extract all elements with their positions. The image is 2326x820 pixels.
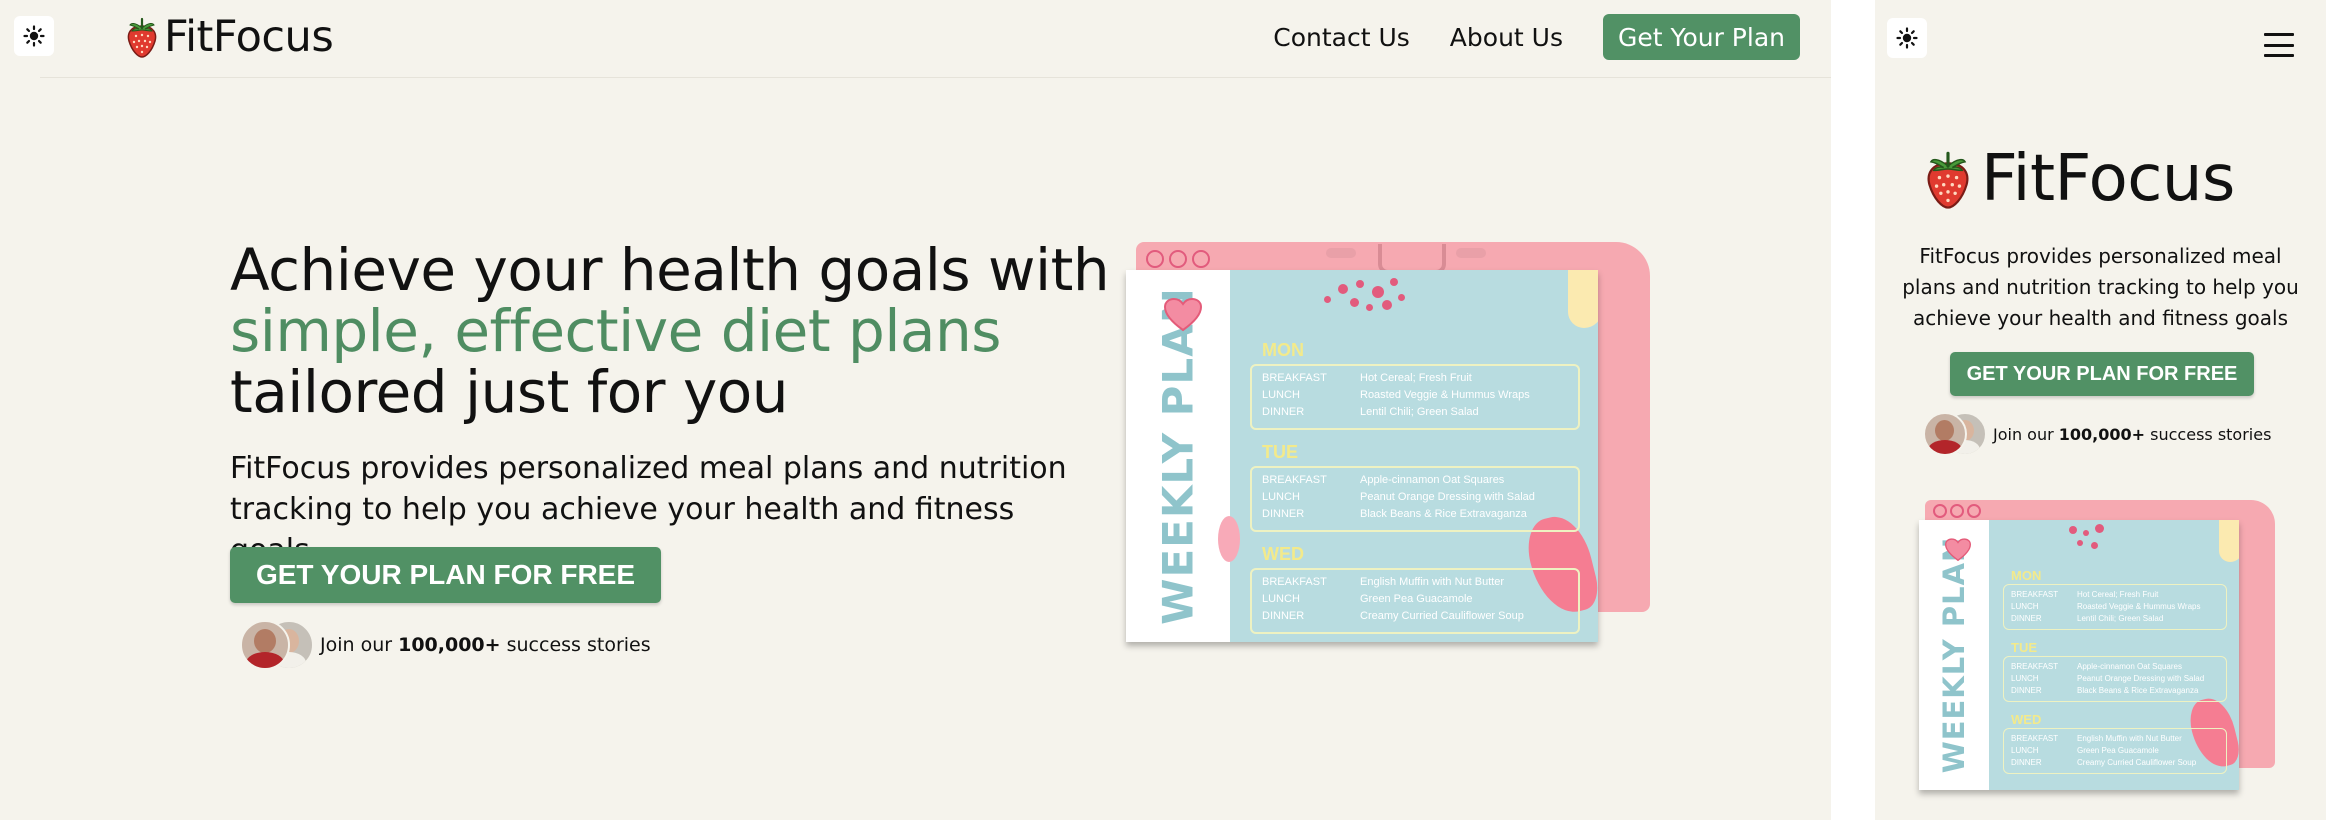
yellow-blob — [2219, 520, 2239, 562]
sun-icon — [1896, 27, 1918, 49]
theme-toggle-button[interactable] — [14, 16, 54, 56]
hero-title-part2: tailored just for you — [230, 358, 789, 426]
social-suffix: success stories — [2145, 424, 2272, 444]
plan-day-label: MON — [1262, 340, 1304, 360]
heart-icon — [1164, 298, 1202, 332]
avatar — [1923, 412, 1967, 456]
top-bar-deco — [1326, 244, 1536, 274]
plan-card: WEEKLY PLAN MON BREAKFAST Hot Cereal; Fre… — [1126, 270, 1598, 642]
window-dots — [1146, 250, 1210, 268]
meal-row: LUNCH Green Pea Guacamole — [1262, 593, 1473, 605]
top-nav: Contact Us About Us Get Your Plan — [1273, 14, 1800, 60]
plan-day-label: WED — [2011, 712, 2042, 727]
plan-day-label: MON — [2011, 568, 2042, 583]
meal-row: LUNCH Peanut Orange Dressing with Salad — [2011, 674, 2205, 683]
weekly-plan-image: WEEKLY PLAN MON BREAKFAST Hot Cereal; Fre… — [1917, 498, 2275, 790]
social-suffix: success stories — [500, 634, 651, 656]
social-prefix: Join our — [320, 634, 399, 656]
meal-row: BREAKFAST Hot Cereal; Fresh Fruit — [2011, 590, 2159, 599]
hero-cta-button[interactable]: GET YOUR PLAN FOR FREE — [230, 547, 661, 603]
header-divider — [40, 77, 1831, 78]
social-proof: Join our 100,000+ success stories — [1923, 412, 2271, 456]
meal-row: LUNCH Roasted Veggie & Hummus Wraps — [1262, 389, 1530, 401]
social-proof-text: Join our 100,000+ success stories — [1993, 425, 2271, 444]
meal-row: BREAKFAST Hot Cereal; Fresh Fruit — [1262, 372, 1472, 384]
meal-row: BREAKFAST Apple-cinnamon Oat Squares — [2011, 662, 2182, 671]
theme-toggle-button[interactable] — [1887, 18, 1927, 58]
plan-title: WEEKLY PLAN — [1153, 287, 1203, 625]
sun-icon — [23, 25, 45, 47]
meal-row: LUNCH Roasted Veggie & Hummus Wraps — [2011, 602, 2201, 611]
yellow-blob — [1568, 270, 1598, 328]
social-count: 100,000+ — [398, 634, 501, 656]
brand-name: FitFocus — [164, 12, 334, 62]
hero-title: Achieve your health goals with simple, e… — [230, 240, 1110, 423]
strawberry-icon — [1927, 151, 1969, 209]
brand-name: FitFocus — [1981, 142, 2235, 216]
social-prefix: Join our — [1993, 424, 2059, 444]
meal-row: BREAKFAST Apple-cinnamon Oat Squares — [1262, 474, 1505, 486]
plan-card: WEEKLY PLAN MON BREAKFAST Hot Cereal; Fre… — [1919, 520, 2239, 790]
avatar — [240, 620, 290, 670]
hero-title-part1: Achieve your health goals with — [230, 236, 1110, 304]
social-proof-text: Join our 100,000+ success stories — [320, 634, 651, 656]
meal-row: DINNER Creamy Curried Cauliflower Soup — [2011, 758, 2197, 767]
meal-row: DINNER Lentil Chili; Green Salad — [2011, 614, 2164, 623]
social-proof: Join our 100,000+ success stories — [240, 620, 651, 670]
nav-get-plan-button[interactable]: Get Your Plan — [1602, 14, 1800, 60]
plan-day-label: TUE — [1262, 442, 1298, 462]
meal-row: BREAKFAST English Muffin with Nut Butter — [1262, 576, 1505, 588]
hamburger-menu-icon — [2264, 33, 2294, 36]
plan-title: WEEKLY PLAN — [1937, 536, 1971, 774]
meal-row: DINNER Lentil Chili; Green Salad — [1262, 406, 1479, 418]
hero-subtitle: FitFocus provides personalized meal plan… — [1902, 244, 2299, 330]
meal-row: LUNCH Green Pea Guacamole — [2011, 746, 2159, 755]
pink-blob — [1218, 516, 1240, 562]
social-count: 100,000+ — [2058, 424, 2146, 444]
strawberry-icon — [127, 17, 157, 58]
meal-row: BREAKFAST English Muffin with Nut Butter — [2011, 734, 2182, 743]
avatar-group — [1923, 412, 1987, 456]
nav-about-link[interactable]: About Us — [1450, 23, 1563, 52]
heart-icon — [1945, 538, 1971, 562]
hero-cta-button[interactable]: GET YOUR PLAN FOR FREE — [1950, 352, 2254, 396]
weekly-plan-image: WEEKLY PLAN MON BREAKFAST Hot Cereal; Fre… — [1124, 242, 1650, 644]
desktop-view: FitFocus Contact Us About Us Get Your Pl… — [0, 0, 1831, 820]
plan-day-label: WED — [1262, 544, 1304, 564]
hamburger-menu-button[interactable] — [2264, 30, 2294, 60]
meal-row: LUNCH Peanut Orange Dressing with Salad — [1262, 491, 1535, 503]
meal-row: DINNER Black Beans & Rice Extravaganza — [1262, 508, 1527, 520]
brand-logo[interactable]: FitFocus — [126, 12, 334, 62]
window-dots — [1933, 504, 1981, 518]
meal-row: DINNER Black Beans & Rice Extravaganza — [2011, 686, 2199, 695]
mobile-view: FitFocus FitFocus provides personalized … — [1875, 0, 2326, 820]
plan-day-label: TUE — [2011, 640, 2037, 655]
meal-row: DINNER Creamy Curried Cauliflower Soup — [1262, 610, 1524, 622]
brand-logo[interactable]: FitFocus — [1925, 142, 2235, 216]
avatar-group — [240, 620, 314, 670]
nav-contact-link[interactable]: Contact Us — [1273, 23, 1410, 52]
hero-title-accent: simple, effective diet plans — [230, 297, 1001, 365]
